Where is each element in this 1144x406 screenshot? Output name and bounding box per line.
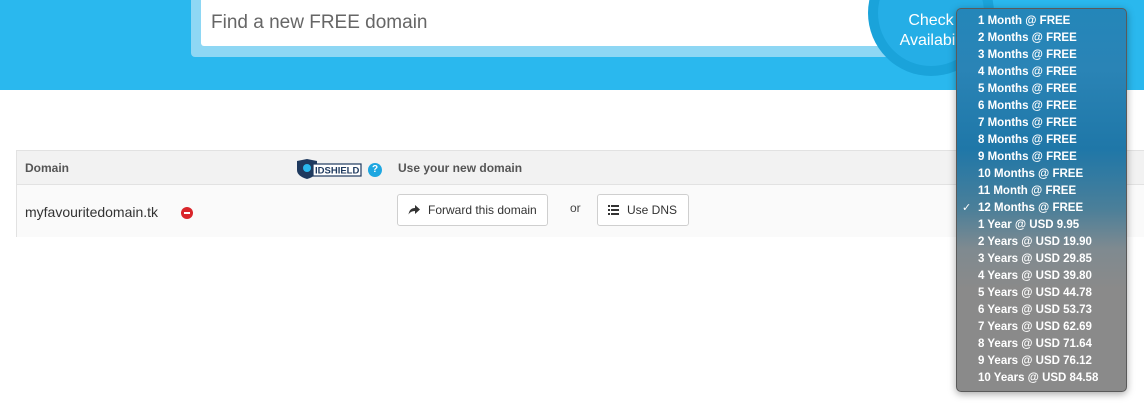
share-arrow-icon <box>408 205 420 215</box>
period-option[interactable]: 3 Years @ USD 29.85 <box>957 251 1126 268</box>
forward-domain-button[interactable]: Forward this domain <box>397 194 548 226</box>
period-option-label: 5 Months @ FREE <box>978 83 1077 95</box>
period-option[interactable]: 10 Months @ FREE <box>957 166 1126 183</box>
period-option[interactable]: 6 Months @ FREE <box>957 98 1126 115</box>
period-option-label: 2 Months @ FREE <box>978 32 1077 44</box>
list-icon <box>608 205 619 215</box>
period-option-label: 11 Month @ FREE <box>978 185 1077 197</box>
domain-name: myfavouritedomain.tk <box>25 204 159 220</box>
period-option-label: 8 Months @ FREE <box>978 134 1077 146</box>
period-option[interactable]: 8 Months @ FREE <box>957 132 1126 149</box>
period-option[interactable]: 8 Years @ USD 71.64 <box>957 336 1126 353</box>
period-option-label: 10 Years @ USD 84.58 <box>978 372 1099 384</box>
use-dns-button[interactable]: Use DNS <box>597 194 689 226</box>
period-option-label: 3 Months @ FREE <box>978 49 1077 61</box>
period-option-label: 12 Months @ FREE <box>978 202 1084 214</box>
period-option[interactable]: 7 Years @ USD 62.69 <box>957 319 1126 336</box>
period-option[interactable]: 1 Month @ FREE <box>957 13 1126 30</box>
period-option-label: 1 Month @ FREE <box>978 15 1071 27</box>
or-separator: or <box>570 201 581 215</box>
period-dropdown-menu[interactable]: 1 Month @ FREE 2 Months @ FREE 3 Months @ … <box>956 8 1127 392</box>
period-option[interactable]: 5 Years @ USD 44.78 <box>957 285 1126 302</box>
svg-text:IDSHIELD: IDSHIELD <box>315 166 359 177</box>
period-option-label: 2 Years @ USD 19.90 <box>978 236 1092 248</box>
period-option-label: 9 Years @ USD 76.12 <box>978 355 1092 367</box>
period-option[interactable]: 10 Years @ USD 84.58 <box>957 370 1126 387</box>
col-header-use: Use your new domain <box>398 161 523 175</box>
period-option-label: 7 Years @ USD 62.69 <box>978 321 1092 333</box>
remove-domain-icon[interactable] <box>181 207 193 219</box>
period-option-label: 8 Years @ USD 71.64 <box>978 338 1092 350</box>
period-option[interactable]: ✓ 12 Months @ FREE <box>957 200 1126 217</box>
period-option-label: 6 Months @ FREE <box>978 100 1077 112</box>
period-option[interactable]: 7 Months @ FREE <box>957 115 1126 132</box>
period-option[interactable]: 4 Years @ USD 39.80 <box>957 268 1126 285</box>
period-option[interactable]: 4 Months @ FREE <box>957 64 1126 81</box>
period-option-label: 1 Year @ USD 9.95 <box>978 219 1080 231</box>
period-option-label: 7 Months @ FREE <box>978 117 1077 129</box>
period-option[interactable]: 11 Month @ FREE <box>957 183 1126 200</box>
period-option-label: 5 Years @ USD 44.78 <box>978 287 1092 299</box>
checkmark-icon: ✓ <box>962 202 972 214</box>
period-option[interactable]: 2 Years @ USD 19.90 <box>957 234 1126 251</box>
period-option-label: 3 Years @ USD 29.85 <box>978 253 1092 265</box>
period-option-label: 9 Months @ FREE <box>978 151 1077 163</box>
period-option-label: 10 Months @ FREE <box>978 168 1084 180</box>
question-circle-icon[interactable]: ? <box>368 163 382 177</box>
period-option[interactable]: 1 Year @ USD 9.95 <box>957 217 1126 234</box>
forward-label: Forward this domain <box>428 203 537 217</box>
col-header-domain: Domain <box>25 161 70 175</box>
idshield-logo: IDSHIELD <box>297 159 362 179</box>
period-option-label: 4 Years @ USD 39.80 <box>978 270 1092 282</box>
period-options-list: 1 Month @ FREE 2 Months @ FREE 3 Months @ … <box>957 13 1126 387</box>
period-option[interactable]: 9 Months @ FREE <box>957 149 1126 166</box>
period-option[interactable]: 6 Years @ USD 53.73 <box>957 302 1126 319</box>
period-option[interactable]: 3 Months @ FREE <box>957 47 1126 64</box>
period-option[interactable]: 5 Months @ FREE <box>957 81 1126 98</box>
domain-search-input[interactable] <box>201 0 901 46</box>
period-option[interactable]: 9 Years @ USD 76.12 <box>957 353 1126 370</box>
dns-label: Use DNS <box>627 203 678 217</box>
period-option[interactable]: 2 Months @ FREE <box>957 30 1126 47</box>
period-option-label: 4 Months @ FREE <box>978 66 1077 78</box>
period-option-label: 6 Years @ USD 53.73 <box>978 304 1092 316</box>
